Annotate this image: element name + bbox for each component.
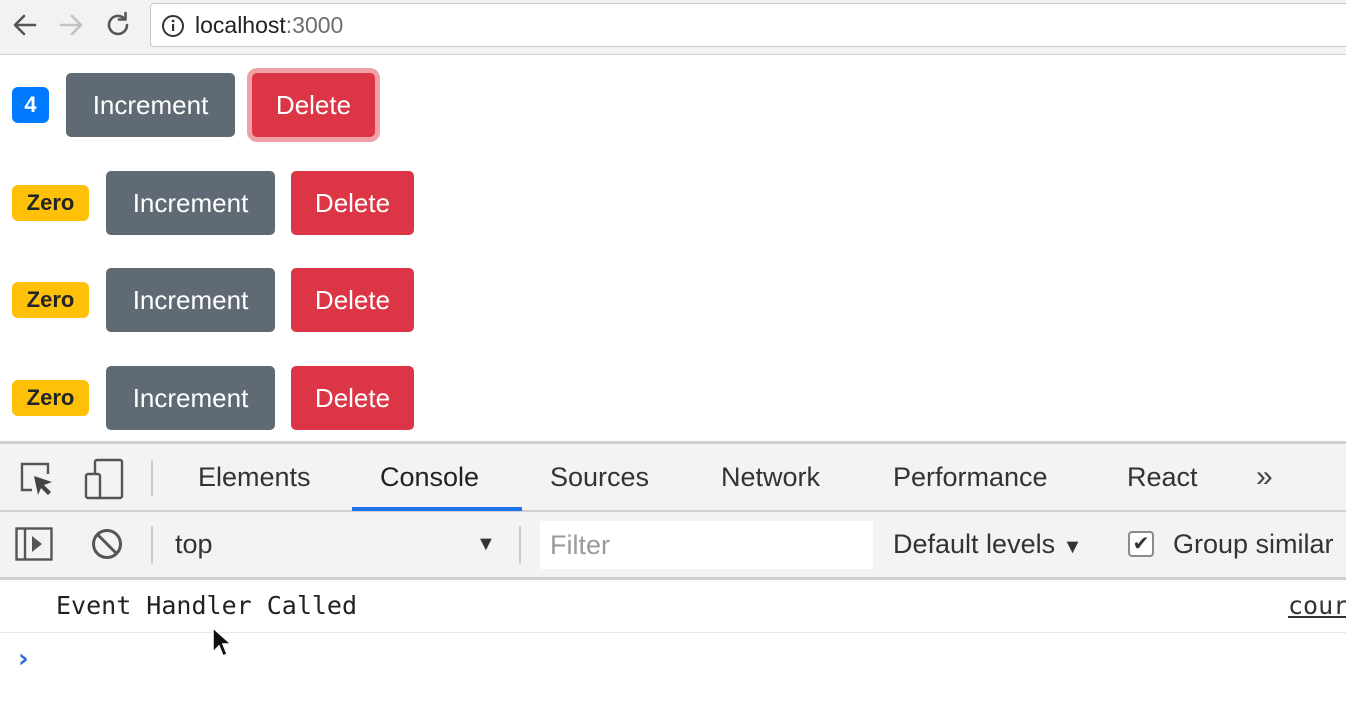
reload-button[interactable] [101,8,135,42]
forward-arrow-icon [59,14,83,36]
tab-sources[interactable]: Sources [550,444,649,510]
delete-button[interactable]: Delete [291,366,414,430]
active-tab-indicator [352,507,522,511]
console-message: Event Handler Called cour [0,580,1346,633]
back-button[interactable] [8,8,42,42]
group-similar-checkbox[interactable]: ✔ [1128,531,1154,557]
url-host: localhost [195,12,286,38]
info-icon [162,15,184,37]
console-message-source-link[interactable]: cour [1288,580,1346,632]
toolbar-divider [519,526,521,564]
counter-badge: Zero [12,185,89,221]
device-toolbar-icon[interactable] [84,458,124,500]
tab-console[interactable]: Console [380,444,479,510]
back-arrow-icon [13,14,37,36]
delete-button[interactable]: Delete [291,171,414,235]
url-text: localhost:3000 [195,4,343,46]
delete-button[interactable]: Delete [291,268,414,332]
dropdown-arrow-icon[interactable]: ▼ [476,512,496,577]
url-port: :3000 [285,12,344,38]
toolbar-divider [151,460,153,496]
group-similar-label: Group similar [1173,529,1334,559]
more-tabs-icon[interactable]: » [1256,444,1273,510]
context-select[interactable]: top [175,512,213,577]
counter-badge: 4 [12,87,49,123]
console-toolbar: top ▼ Default levels ▼ ✔ Group similar [0,512,1346,580]
address-bar[interactable]: localhost:3000 [150,3,1346,47]
tab-performance[interactable]: Performance [893,444,1048,510]
forward-button[interactable] [54,8,88,42]
dropdown-arrow-icon: ▼ [1062,536,1083,558]
tab-elements[interactable]: Elements [198,444,311,510]
log-levels-dropdown[interactable]: Default levels ▼ [893,512,1082,577]
delete-button[interactable]: Delete [252,73,375,137]
console-message-text: Event Handler Called [56,591,358,620]
sidebar-toggle-icon[interactable] [15,527,53,561]
increment-button[interactable]: Increment [106,171,275,235]
counter-badge: Zero [12,380,89,416]
increment-button[interactable]: Increment [106,366,275,430]
log-levels-label: Default levels [893,529,1056,559]
devtools-tab-bar: Elements Console Sources Network Perform… [0,444,1346,512]
clear-console-icon[interactable] [90,527,124,561]
inspect-element-icon[interactable] [18,460,56,498]
increment-button[interactable]: Increment [66,73,235,137]
browser-toolbar: localhost:3000 [0,0,1346,55]
counter-badge: Zero [12,282,89,318]
filter-input[interactable] [540,521,873,569]
tab-network[interactable]: Network [721,444,820,510]
console-prompt-icon[interactable]: › [18,644,29,674]
tab-react[interactable]: React [1127,444,1198,510]
reload-icon [107,11,129,36]
devtools-panel: Elements Console Sources Network Perform… [0,441,1346,708]
toolbar-divider [151,526,153,564]
mouse-cursor-icon [212,626,233,658]
increment-button[interactable]: Increment [106,268,275,332]
checkbox-check-icon: ✔ [1132,533,1150,555]
